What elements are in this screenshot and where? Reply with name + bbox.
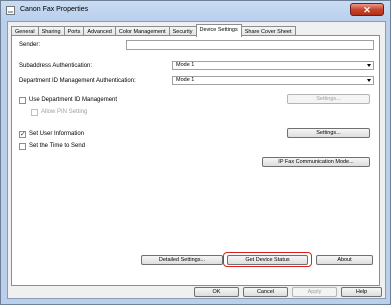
tab-device-settings[interactable]: Device Settings — [195, 24, 242, 37]
user-info-settings-button[interactable]: Settings... — [287, 128, 370, 138]
window-title: Canon Fax Properties — [20, 6, 89, 13]
help-button[interactable]: Help — [341, 287, 382, 297]
subaddress-auth-value: Mode 1 — [176, 62, 195, 68]
properties-window: Canon Fax Properties ✕ General Sharing P… — [0, 0, 391, 305]
dropdown-arrow-icon — [367, 64, 371, 67]
detailed-settings-button[interactable]: Detailed Settings... — [141, 255, 223, 265]
get-device-status-button[interactable]: Get Device Status — [227, 255, 308, 265]
set-user-info-checkbox[interactable] — [19, 130, 26, 138]
dropdown-arrow-icon — [367, 79, 371, 82]
ok-button[interactable]: OK — [194, 287, 239, 297]
cancel-button[interactable]: Cancel — [243, 287, 288, 297]
ip-fax-mode-button[interactable]: IP Fax Communication Mode... — [262, 157, 370, 167]
close-button[interactable]: ✕ — [350, 3, 384, 16]
use-dept-id-checkbox[interactable] — [19, 97, 26, 104]
subaddress-auth-label: Subaddress Authentication: — [19, 63, 93, 69]
dept-id-auth-label: Department ID Management Authentication: — [19, 78, 136, 84]
device-settings-panel: Sender: Subaddress Authentication: Mode … — [11, 35, 380, 286]
apply-button[interactable]: Apply — [292, 287, 337, 297]
dept-id-auth-select[interactable]: Mode 1 — [172, 76, 374, 85]
dept-id-settings-button[interactable]: Settings... — [287, 94, 370, 104]
sender-input[interactable] — [126, 40, 374, 50]
set-time-label: Set the Time to Send — [29, 143, 86, 149]
allow-pin-checkbox[interactable] — [31, 109, 38, 116]
about-button[interactable]: About — [316, 255, 373, 265]
set-time-checkbox[interactable] — [19, 143, 26, 150]
allow-pin-label: Allow PIN Setting — [41, 109, 88, 115]
use-dept-id-label: Use Department ID Management — [29, 97, 118, 103]
set-user-info-label: Set User Information — [29, 131, 85, 137]
printer-icon — [6, 6, 15, 15]
title-bar[interactable]: Canon Fax Properties ✕ — [1, 1, 390, 21]
dialog-client: General Sharing Ports Advanced Color Man… — [7, 21, 386, 299]
subaddress-auth-select[interactable]: Mode 1 — [172, 61, 374, 70]
dept-id-auth-value: Mode 1 — [176, 77, 195, 83]
sender-label: Sender: — [19, 42, 41, 48]
